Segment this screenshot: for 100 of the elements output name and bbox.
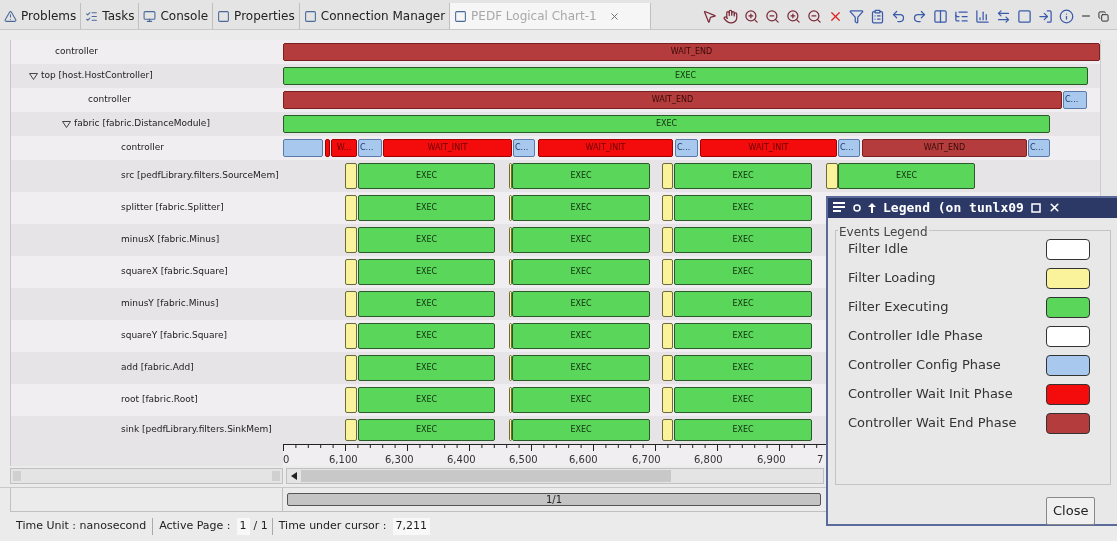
timeline-bar[interactable]: EXEC xyxy=(512,291,650,317)
timeline-bar[interactable]: EXEC xyxy=(512,355,650,381)
timeline-bar[interactable]: EXEC xyxy=(358,259,495,285)
tree-item[interactable]: squareY [fabric.Square] xyxy=(121,329,228,343)
tree-item[interactable]: controller xyxy=(55,45,98,59)
timeline-bar[interactable]: EXEC xyxy=(512,163,650,189)
clipboard-icon[interactable] xyxy=(870,8,885,24)
timeline-bar[interactable] xyxy=(345,163,357,189)
tree-item[interactable]: controller xyxy=(88,93,131,107)
timeline-bar[interactable]: EXEC xyxy=(358,195,495,221)
zoom-out-icon[interactable] xyxy=(807,8,822,24)
timeline-bar[interactable]: EXEC xyxy=(358,355,495,381)
view-tab[interactable]: Properties xyxy=(213,3,300,29)
timeline-bar[interactable]: EXEC xyxy=(674,419,812,441)
bar-chart-icon[interactable] xyxy=(975,8,990,24)
timeline-bar[interactable]: EXEC xyxy=(838,163,975,189)
timeline-bar[interactable] xyxy=(345,291,357,317)
timeline-bar[interactable]: C... xyxy=(675,139,698,157)
tree-item[interactable]: squareX [fabric.Square] xyxy=(121,265,228,279)
timeline-bar[interactable] xyxy=(662,323,673,349)
timeline-bar[interactable]: EXEC xyxy=(358,387,495,413)
view-tab[interactable]: Tasks xyxy=(81,3,140,29)
timeline-bar[interactable] xyxy=(662,291,673,317)
timeline-bar[interactable]: EXEC xyxy=(674,259,812,285)
timeline-bar[interactable]: EXEC xyxy=(674,291,812,317)
columns-icon[interactable] xyxy=(933,8,948,24)
timeline-bar[interactable] xyxy=(325,139,330,157)
timeline-bar[interactable]: EXEC xyxy=(283,67,1088,85)
timeline-bar[interactable] xyxy=(345,323,357,349)
timeline-bar[interactable]: EXEC xyxy=(512,323,650,349)
expanded-arrow-icon[interactable] xyxy=(62,120,71,128)
login-icon[interactable] xyxy=(1038,8,1053,24)
page-navigator[interactable]: 1/1 xyxy=(287,493,821,506)
tree-list-icon[interactable] xyxy=(954,8,969,24)
zoom-in-icon[interactable] xyxy=(744,8,759,24)
status-value: 7,211 xyxy=(392,518,431,535)
timeline-bar[interactable] xyxy=(662,195,673,221)
horizontal-scrollbar[interactable] xyxy=(286,468,824,484)
timeline-bar[interactable] xyxy=(826,163,838,189)
timeline-bar[interactable] xyxy=(345,227,357,253)
filter-icon[interactable] xyxy=(849,8,864,24)
timeline-bar[interactable]: EXEC xyxy=(512,195,650,221)
timeline-bar[interactable]: C... xyxy=(1063,91,1087,109)
tree-item[interactable]: minusX [fabric.Minus] xyxy=(121,233,220,247)
timeline-bar[interactable] xyxy=(345,259,357,285)
zoom-in-icon[interactable] xyxy=(786,8,801,24)
expanded-arrow-icon[interactable] xyxy=(29,72,38,80)
timeline-bar[interactable]: EXEC xyxy=(358,291,495,317)
timeline-bar[interactable] xyxy=(662,163,673,189)
undo-icon[interactable] xyxy=(891,8,906,24)
redo-icon[interactable] xyxy=(912,8,927,24)
timeline-bar[interactable]: EXEC xyxy=(512,227,650,253)
timeline-bar[interactable] xyxy=(345,387,357,413)
timeline-bar[interactable]: EXEC xyxy=(674,387,812,413)
timeline-bar[interactable] xyxy=(283,139,323,157)
timeline-bar[interactable]: EXEC xyxy=(512,387,650,413)
timeline-bar[interactable]: EXEC xyxy=(674,227,812,253)
timeline-bar[interactable] xyxy=(345,355,357,381)
timeline-bar[interactable]: EXEC xyxy=(358,227,495,253)
maximize-icon[interactable] xyxy=(1030,202,1041,213)
hand-icon[interactable] xyxy=(723,8,738,24)
timeline-bar[interactable]: EXEC xyxy=(512,259,650,285)
timeline-bar[interactable]: C... xyxy=(358,139,382,157)
view-tab[interactable]: Problems xyxy=(0,3,82,29)
pointer-icon[interactable] xyxy=(702,8,717,24)
timeline-bar[interactable]: C... xyxy=(838,139,860,157)
timeline-bar[interactable] xyxy=(345,195,357,221)
info-icon[interactable] xyxy=(1059,8,1074,24)
circle-icon[interactable] xyxy=(853,203,861,212)
zoom-out-icon[interactable] xyxy=(765,8,780,24)
timeline-bar[interactable] xyxy=(662,387,673,413)
tree-item[interactable]: splitter [fabric.Splitter] xyxy=(121,201,224,215)
timeline-bar[interactable] xyxy=(662,419,673,441)
timeline-bar[interactable]: EXEC xyxy=(674,355,812,381)
timeline-bar[interactable]: EXEC xyxy=(283,115,1050,133)
timeline-bar[interactable]: EXEC xyxy=(512,419,650,441)
timeline-bar[interactable]: EXEC xyxy=(674,195,812,221)
swap-arrows-icon[interactable] xyxy=(996,8,1011,24)
close-button[interactable]: Close xyxy=(1046,496,1096,525)
timeline-bar[interactable]: EXEC xyxy=(674,323,812,349)
up-arrow-icon[interactable] xyxy=(868,202,876,213)
view-tab[interactable]: Console xyxy=(139,3,214,29)
timeline-bar[interactable] xyxy=(662,259,673,285)
timeline-bar[interactable]: C... xyxy=(1028,139,1050,157)
tree-item[interactable]: minusY [fabric.Minus] xyxy=(121,297,219,311)
window-icon xyxy=(217,9,231,23)
tree-item[interactable]: controller xyxy=(121,141,164,155)
timeline-bar[interactable]: EXEC xyxy=(358,419,495,441)
timeline-bar[interactable] xyxy=(662,355,673,381)
timeline-bar[interactable] xyxy=(662,227,673,253)
timeline-bar[interactable]: EXEC xyxy=(358,323,495,349)
timeline-bar[interactable] xyxy=(345,419,357,441)
tree-item[interactable]: root [fabric.Root] xyxy=(121,393,198,407)
scroll-thumb[interactable] xyxy=(301,470,671,482)
timeline-bar[interactable]: EXEC xyxy=(674,163,812,189)
tree-item[interactable]: add [fabric.Add] xyxy=(121,361,194,375)
timeline-bar[interactable]: C... xyxy=(513,139,535,157)
close-icon[interactable] xyxy=(1047,201,1061,215)
timeline-bar[interactable]: EXEC xyxy=(358,163,495,189)
maximize-icon[interactable] xyxy=(1098,10,1109,22)
